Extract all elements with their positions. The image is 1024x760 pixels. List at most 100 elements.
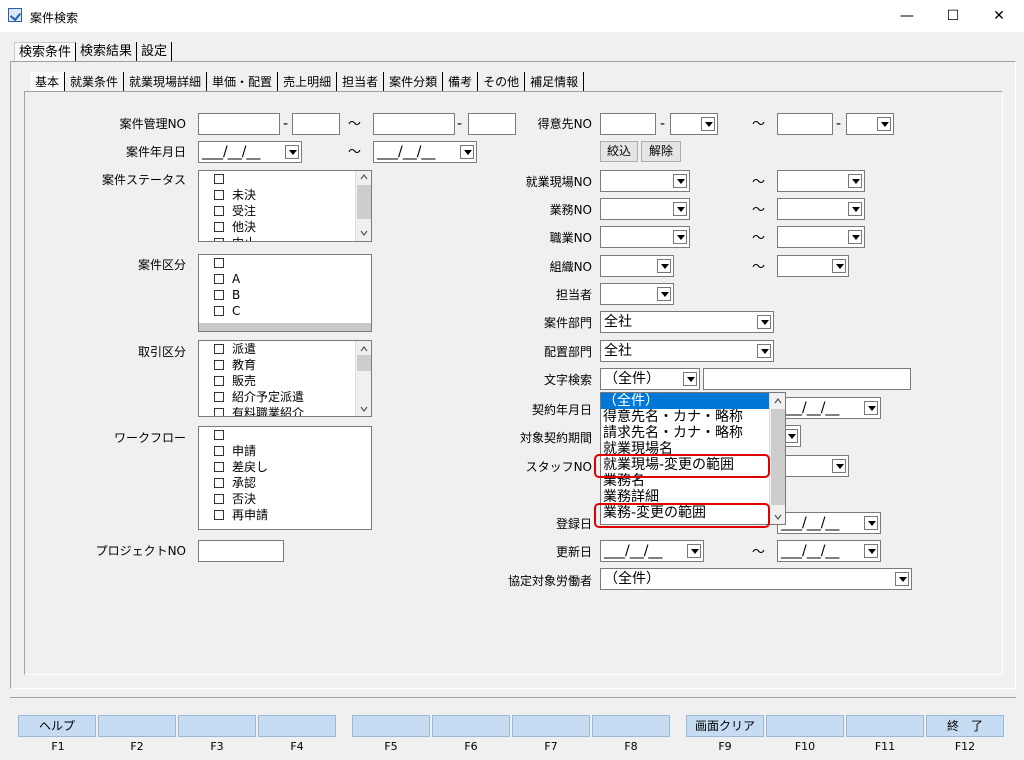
project-input[interactable] xyxy=(198,540,284,562)
subtab-staff-in-charge[interactable]: 担当者 xyxy=(337,72,385,92)
checkbox[interactable] xyxy=(214,392,224,402)
gyomu-to[interactable] xyxy=(777,198,865,220)
kyotei-select[interactable]: （全件） xyxy=(600,568,912,590)
exit-button[interactable]: 終 了 xyxy=(926,715,1004,737)
horizontal-scrollbar[interactable] xyxy=(199,323,371,331)
subtab-remarks[interactable]: 備考 xyxy=(443,72,479,92)
dropdown-option[interactable]: 請求先名・カナ・略称 xyxy=(601,425,785,441)
help-button[interactable]: ヘルプ xyxy=(18,715,96,737)
subtab-sales-details[interactable]: 売上明細 xyxy=(278,72,338,92)
checkbox[interactable] xyxy=(214,430,224,440)
list-item[interactable]: 中止 xyxy=(199,235,371,241)
checkbox[interactable] xyxy=(214,174,224,184)
site-to[interactable] xyxy=(777,170,865,192)
f3-button[interactable] xyxy=(178,715,256,737)
soshiki-to[interactable] xyxy=(777,255,849,277)
case-no-from-2[interactable] xyxy=(292,113,340,135)
checkbox[interactable] xyxy=(214,258,224,268)
register-date-to[interactable]: ___/__/__ xyxy=(777,512,881,534)
update-date-to[interactable]: ___/__/__ xyxy=(777,540,881,562)
soshiki-from[interactable] xyxy=(600,255,674,277)
checkbox[interactable] xyxy=(214,478,224,488)
tokui-to-1[interactable] xyxy=(777,113,833,135)
list-item[interactable] xyxy=(199,427,371,443)
list-item[interactable]: B xyxy=(199,287,371,303)
list-item[interactable]: C xyxy=(199,303,371,319)
tab-search-conditions[interactable]: 検索条件 xyxy=(14,42,77,62)
torihiki-list[interactable]: 派遣 教育 販売 紹介予定派遣 有料職業紹介 xyxy=(198,340,372,417)
list-item[interactable]: 派遣 xyxy=(199,341,371,357)
list-item[interactable]: 申請 xyxy=(199,443,371,459)
checkbox[interactable] xyxy=(214,306,224,316)
f11-button[interactable] xyxy=(846,715,924,737)
checkbox[interactable] xyxy=(214,290,224,300)
list-item[interactable]: 紹介予定派遣 xyxy=(199,389,371,405)
tokui-to-2[interactable] xyxy=(846,113,894,135)
list-item[interactable]: 差戻し xyxy=(199,459,371,475)
checkbox[interactable] xyxy=(214,510,224,520)
subtab-others[interactable]: その他 xyxy=(478,72,526,92)
subtab-site-details[interactable]: 就業現場詳細 xyxy=(124,72,208,92)
list-item[interactable] xyxy=(199,255,371,271)
scroll-thumb[interactable] xyxy=(357,355,371,371)
gyomu-from[interactable] xyxy=(600,198,690,220)
list-item[interactable]: A xyxy=(199,271,371,287)
list-item[interactable]: 他決 xyxy=(199,219,371,235)
site-from[interactable] xyxy=(600,170,690,192)
dropdown-option[interactable]: 得意先名・カナ・略称 xyxy=(601,409,785,425)
checkbox[interactable] xyxy=(214,462,224,472)
text-search-select[interactable]: （全件） xyxy=(600,368,700,390)
workflow-list[interactable]: 申請 差戻し 承認 否決 再申請 xyxy=(198,426,372,530)
dropdown-scrollbar[interactable] xyxy=(769,393,785,524)
scroll-thumb[interactable] xyxy=(357,185,371,219)
checkbox[interactable] xyxy=(214,222,224,232)
list-item[interactable]: 否決 xyxy=(199,491,371,507)
f2-button[interactable] xyxy=(98,715,176,737)
case-no-to-1[interactable] xyxy=(373,113,455,135)
text-search-input[interactable] xyxy=(703,368,911,390)
checkbox[interactable] xyxy=(214,360,224,370)
case-dept-select[interactable]: 全社 xyxy=(600,311,774,333)
checkbox[interactable] xyxy=(214,408,224,416)
contract-date-to[interactable]: ___/__/__ xyxy=(777,397,881,419)
screen-clear-button[interactable]: 画面クリア xyxy=(686,715,764,737)
tab-settings[interactable]: 設定 xyxy=(137,42,173,62)
haichi-dept-select[interactable]: 全社 xyxy=(600,340,774,362)
scroll-thumb[interactable] xyxy=(771,409,785,505)
scrollbar[interactable] xyxy=(355,171,371,241)
tokui-from-2[interactable] xyxy=(670,113,718,135)
f10-button[interactable] xyxy=(766,715,844,737)
f8-button[interactable] xyxy=(592,715,670,737)
f5-button[interactable] xyxy=(352,715,430,737)
dropdown-option[interactable]: （全件） xyxy=(601,393,785,409)
case-no-from-1[interactable] xyxy=(198,113,280,135)
f7-button[interactable] xyxy=(512,715,590,737)
tokui-from-1[interactable] xyxy=(600,113,656,135)
shokugyo-to[interactable] xyxy=(777,226,865,248)
subtab-work-conditions[interactable]: 就業条件 xyxy=(65,72,125,92)
checkbox[interactable] xyxy=(214,206,224,216)
scrollbar[interactable] xyxy=(355,341,371,416)
list-item[interactable]: 承認 xyxy=(199,475,371,491)
f4-button[interactable] xyxy=(258,715,336,737)
list-item[interactable]: 再申請 xyxy=(199,507,371,523)
narrow-button[interactable]: 絞込 xyxy=(600,141,638,162)
case-date-from[interactable]: ___/__/__ xyxy=(198,141,302,163)
status-list[interactable]: 未決 受注 他決 中止 xyxy=(198,170,372,242)
subtab-supplementary[interactable]: 補足情報 xyxy=(525,72,585,92)
list-item[interactable]: 教育 xyxy=(199,357,371,373)
checkbox[interactable] xyxy=(214,446,224,456)
clear-button[interactable]: 解除 xyxy=(641,141,681,162)
checkbox[interactable] xyxy=(214,190,224,200)
case-date-to[interactable]: ___/__/__ xyxy=(373,141,477,163)
checkbox[interactable] xyxy=(214,376,224,386)
subtab-case-category[interactable]: 案件分類 xyxy=(384,72,444,92)
shokugyo-from[interactable] xyxy=(600,226,690,248)
minimize-button[interactable]: — xyxy=(884,0,930,32)
checkbox[interactable] xyxy=(214,274,224,284)
tab-search-results[interactable]: 検索結果 xyxy=(76,42,138,62)
list-item[interactable]: 受注 xyxy=(199,203,371,219)
close-button[interactable]: ✕ xyxy=(976,0,1022,32)
checkbox[interactable] xyxy=(214,238,224,241)
list-item[interactable]: 未決 xyxy=(199,187,371,203)
